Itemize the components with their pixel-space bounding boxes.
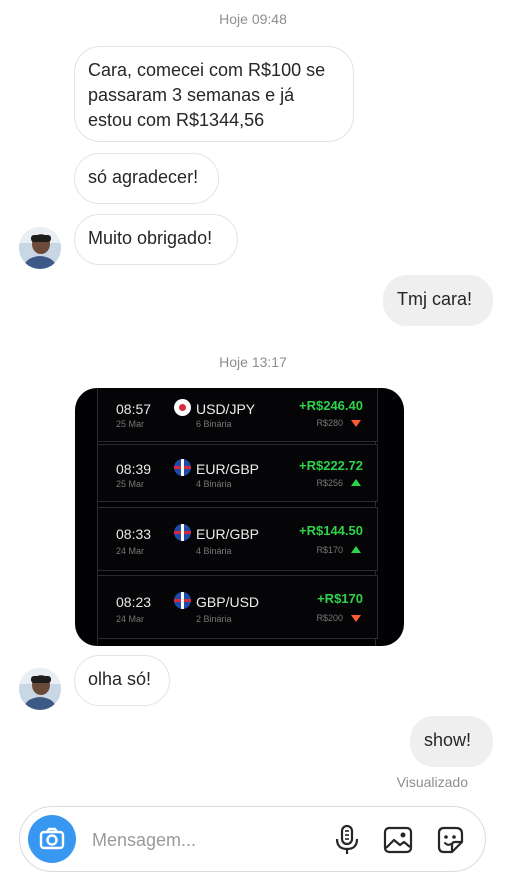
gallery-icon[interactable] <box>381 823 415 857</box>
currency-flag-icon <box>174 399 191 416</box>
avatar[interactable] <box>19 668 61 710</box>
message-text: só agradecer! <box>88 167 199 187</box>
trade-time: 08:39 <box>116 461 152 477</box>
shared-image-trades[interactable]: 08:57 25 Mar USD/JPY 6 Binária +R$246.40… <box>75 388 404 646</box>
currency-flag-icon <box>174 524 191 541</box>
arrow-down-icon <box>351 615 361 622</box>
arrow-up-icon <box>351 479 361 486</box>
message-input[interactable] <box>92 827 312 853</box>
trade-profit: +R$144.50 <box>299 523 363 538</box>
message-bubble-incoming[interactable]: Cara, comecei com R$100 se passaram 3 se… <box>74 46 354 142</box>
message-text: Muito obrigado! <box>88 228 213 248</box>
trade-stake: R$256 <box>316 478 343 488</box>
message-composer <box>19 806 486 872</box>
message-text: Cara, comecei com R$100 se passaram 3 se… <box>88 60 326 130</box>
trade-pair: USD/JPY <box>196 401 256 417</box>
message-bubble-incoming[interactable]: Muito obrigado! <box>74 214 238 265</box>
trade-profit: +R$170 <box>317 591 363 606</box>
avatar[interactable] <box>19 227 61 269</box>
trade-row: 08:57 25 Mar USD/JPY 6 Binária +R$246.40… <box>97 388 378 442</box>
avatar-photo <box>19 227 61 269</box>
trade-profit: +R$222.72 <box>299 458 363 473</box>
camera-icon <box>39 827 65 850</box>
trade-type: 4 Binária <box>196 546 232 556</box>
currency-flag-icon <box>174 459 191 476</box>
trade-time: 08:33 <box>116 526 152 542</box>
trade-date: 24 Mar <box>116 546 145 556</box>
trade-time: 08:57 <box>116 401 152 417</box>
message-bubble-incoming[interactable]: só agradecer! <box>74 153 219 204</box>
message-bubble-incoming[interactable]: olha só! <box>74 655 170 706</box>
sticker-icon[interactable] <box>433 823 467 857</box>
message-text: Tmj cara! <box>397 289 473 309</box>
arrow-up-icon <box>351 546 361 553</box>
trade-type: 4 Binária <box>196 479 232 489</box>
trade-row: 08:39 25 Mar EUR/GBP 4 Binária +R$222.72… <box>97 444 378 502</box>
trade-date: 25 Mar <box>116 419 145 429</box>
trade-pair: EUR/GBP <box>196 526 260 542</box>
trade-row: 08:33 24 Mar EUR/GBP 4 Binária +R$144.50… <box>97 507 378 571</box>
message-bubble-outgoing[interactable]: Tmj cara! <box>383 275 493 326</box>
trade-stake: R$280 <box>316 418 343 428</box>
currency-flag-icon <box>174 592 191 609</box>
message-bubble-outgoing[interactable]: show! <box>410 716 493 767</box>
trade-profit: +R$246.40 <box>299 398 363 413</box>
trade-date: 24 Mar <box>116 614 145 624</box>
trade-time: 08:23 <box>116 594 152 610</box>
trade-type: 2 Binária <box>196 614 232 624</box>
trade-date: 25 Mar <box>116 479 145 489</box>
arrow-down-icon <box>351 420 361 427</box>
timestamp: Hoje 13:17 <box>219 354 287 370</box>
microphone-icon[interactable] <box>330 823 364 857</box>
trade-row: 08:23 24 Mar GBP/USD 2 Binária +R$170 R$… <box>97 575 378 639</box>
trade-stake: R$170 <box>316 545 343 555</box>
camera-button[interactable] <box>28 815 76 863</box>
seen-indicator: Visualizado <box>396 774 468 790</box>
trade-stake: R$200 <box>316 613 343 623</box>
message-text: olha só! <box>88 669 152 689</box>
avatar-photo <box>19 668 61 710</box>
message-text: show! <box>424 730 472 750</box>
timestamp: Hoje 09:48 <box>219 11 287 27</box>
trade-pair: GBP/USD <box>196 594 260 610</box>
trade-type: 6 Binária <box>196 419 232 429</box>
trade-pair: EUR/GBP <box>196 461 260 477</box>
